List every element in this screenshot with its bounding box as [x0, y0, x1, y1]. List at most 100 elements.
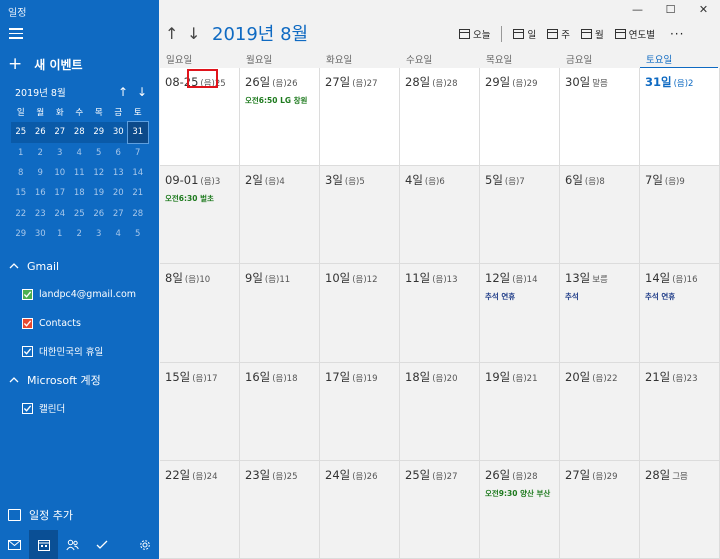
day-cell[interactable]: 5일 (음)7 [480, 166, 560, 265]
event-item[interactable]: 추석 연휴 [645, 291, 715, 302]
day-cell[interactable]: 14일 (음)16 추석 연휴 [640, 264, 720, 363]
mini-day[interactable]: 5 [128, 224, 148, 244]
mini-day[interactable]: 2 [31, 143, 51, 163]
mini-day[interactable]: 28 [69, 122, 89, 143]
day-cell[interactable]: 22일 (음)24 [160, 460, 240, 559]
day-cell[interactable]: 6일 (음)8 [560, 166, 640, 265]
hamburger-menu-icon[interactable] [9, 28, 23, 40]
mini-day[interactable]: 16 [31, 183, 51, 203]
mini-day[interactable]: 12 [89, 163, 109, 183]
event-item[interactable]: 추석 [565, 291, 635, 302]
month-view-button[interactable]: 월 [580, 27, 604, 41]
day-cell[interactable]: 26일 (음)26 오전6:50 LG 창원 [240, 68, 320, 167]
calendar-item-gmail[interactable]: landpc4@gmail.com [22, 286, 136, 302]
prev-month-arrow-icon[interactable]: ↑ [165, 24, 187, 43]
people-icon[interactable] [58, 530, 87, 559]
day-cell[interactable]: 30일 말믐 [560, 68, 640, 167]
mini-day[interactable]: 20 [109, 183, 129, 203]
mini-day[interactable]: 2 [70, 224, 90, 244]
day-cell[interactable]: 27일 (음)29 [560, 460, 640, 559]
mini-day[interactable]: 10 [50, 163, 70, 183]
mini-day[interactable]: 19 [89, 183, 109, 203]
mini-day[interactable]: 24 [50, 203, 70, 223]
mini-day[interactable]: 13 [109, 163, 129, 183]
day-cell[interactable]: 09-01 (음)3 오전6:30 벌초 [160, 166, 240, 265]
event-item[interactable]: 오전6:30 벌초 [165, 193, 235, 204]
mini-day[interactable]: 22 [11, 203, 31, 223]
day-cell[interactable]: 13일 보름 추석 [560, 264, 640, 363]
checkbox-icon[interactable] [22, 402, 33, 414]
checkbox-icon[interactable] [22, 288, 33, 300]
gmail-section-header[interactable]: Gmail [9, 258, 59, 274]
mini-day[interactable]: 14 [128, 163, 148, 183]
day-cell[interactable]: 9일 (음)11 [240, 264, 320, 363]
mini-day[interactable]: 30 [31, 224, 51, 244]
mini-day[interactable]: 3 [89, 224, 109, 244]
day-cell[interactable]: 18일 (음)20 [400, 362, 480, 461]
mini-day[interactable]: 26 [89, 203, 109, 223]
day-cell[interactable]: 08-25 (음)25 [160, 68, 240, 167]
add-calendar-button[interactable]: 일정 추가 [8, 507, 73, 523]
mail-icon[interactable] [0, 530, 29, 559]
day-cell[interactable]: 21일 (음)23 [640, 362, 720, 461]
mini-day[interactable]: 21 [128, 183, 148, 203]
mini-day-today[interactable]: 31 [127, 121, 149, 144]
day-cell[interactable]: 17일 (음)19 [320, 362, 400, 461]
calendar-item-korea-holidays[interactable]: 대한민국의 휴일 [22, 343, 103, 359]
mini-day[interactable]: 1 [11, 143, 31, 163]
day-cell[interactable]: 2일 (음)4 [240, 166, 320, 265]
maximize-icon[interactable]: ☐ [654, 0, 687, 20]
calendar-item-contacts[interactable]: Contacts [22, 315, 81, 331]
calendar-icon[interactable] [29, 530, 58, 559]
event-item[interactable]: 오전9:30 양산 부산 [485, 488, 555, 499]
day-cell-today[interactable]: 31일 (음)2 [640, 68, 720, 167]
mini-day[interactable]: 28 [128, 203, 148, 223]
mini-day[interactable]: 1 [50, 224, 70, 244]
mini-prev-month-arrow-icon[interactable]: ↑ [115, 85, 131, 99]
todo-check-icon[interactable] [87, 530, 116, 559]
day-cell[interactable]: 25일 (음)27 [400, 460, 480, 559]
mini-day[interactable]: 9 [31, 163, 51, 183]
event-item[interactable]: 추석 연휴 [485, 291, 555, 302]
day-cell[interactable]: 16일 (음)18 [240, 362, 320, 461]
close-icon[interactable]: ✕ [687, 0, 720, 20]
mini-day[interactable]: 6 [109, 143, 129, 163]
mini-day[interactable]: 11 [70, 163, 90, 183]
mini-day[interactable]: 3 [50, 143, 70, 163]
day-cell[interactable]: 4일 (음)6 [400, 166, 480, 265]
mini-day[interactable]: 25 [11, 122, 31, 143]
day-cell[interactable]: 7일 (음)9 [640, 166, 720, 265]
mini-day[interactable]: 5 [89, 143, 109, 163]
mini-day[interactable]: 30 [108, 122, 128, 143]
today-button[interactable]: 오늘 [459, 27, 490, 41]
mini-day[interactable]: 26 [30, 122, 50, 143]
day-cell[interactable]: 8일 (음)10 [160, 264, 240, 363]
more-options-icon[interactable]: ··· [670, 27, 684, 41]
day-cell[interactable]: 11일 (음)13 [400, 264, 480, 363]
day-cell[interactable]: 26일 (음)28 오전9:30 양산 부산 [480, 460, 560, 559]
day-cell[interactable]: 19일 (음)21 [480, 362, 560, 461]
mini-day[interactable]: 17 [50, 183, 70, 203]
day-cell[interactable]: 29일 (음)29 [480, 68, 560, 167]
day-cell[interactable]: 24일 (음)26 [320, 460, 400, 559]
day-cell[interactable]: 10일 (음)12 [320, 264, 400, 363]
new-event-button[interactable]: + 새 이벤트 [8, 54, 83, 74]
microsoft-section-header[interactable]: Microsoft 계정 [9, 372, 101, 388]
mini-day[interactable]: 27 [50, 122, 70, 143]
day-cell[interactable]: 28일 (음)28 [400, 68, 480, 167]
mini-day[interactable]: 29 [89, 122, 109, 143]
week-view-button[interactable]: 주 [547, 27, 570, 41]
mini-day[interactable]: 18 [70, 183, 90, 203]
mini-day[interactable]: 4 [109, 224, 129, 244]
mini-day[interactable]: 27 [109, 203, 129, 223]
day-cell[interactable]: 15일 (음)17 [160, 362, 240, 461]
mini-day[interactable]: 23 [31, 203, 51, 223]
day-view-button[interactable]: 일 [513, 27, 536, 41]
mini-day[interactable]: 29 [11, 224, 31, 244]
day-cell[interactable]: 3일 (음)5 [320, 166, 400, 265]
checkbox-icon[interactable] [22, 317, 33, 329]
mini-day[interactable]: 7 [128, 143, 148, 163]
next-month-arrow-icon[interactable]: ↓ [187, 24, 209, 43]
day-cell[interactable]: 12일 (음)14 추석 연휴 [480, 264, 560, 363]
mini-next-month-arrow-icon[interactable]: ↓ [134, 85, 150, 99]
